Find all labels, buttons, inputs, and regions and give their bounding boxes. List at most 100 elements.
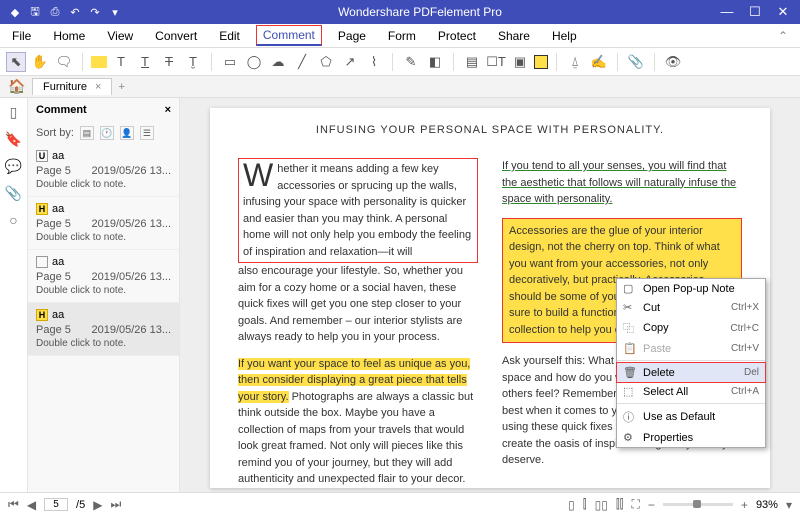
- signature-tool-icon[interactable]: ✍: [589, 52, 609, 72]
- close-tab-icon[interactable]: ×: [95, 81, 101, 93]
- zoom-dropdown-icon[interactable]: ▾: [786, 498, 792, 512]
- first-page-icon[interactable]: ⏮: [8, 497, 19, 512]
- attachment-tool-icon[interactable]: 📎: [626, 52, 646, 72]
- last-page-icon[interactable]: ⏭: [110, 497, 121, 512]
- page-total: /5: [76, 499, 85, 511]
- callout-tool-icon[interactable]: ▣: [510, 52, 530, 72]
- context-menu-item[interactable]: ⿻CopyCtrl+C: [617, 317, 765, 339]
- context-menu-item[interactable]: ▢Open Pop-up Note: [617, 279, 765, 298]
- paragraph-1b: also encourage your lifestyle. So, wheth…: [238, 263, 478, 346]
- note-tool-icon[interactable]: 🗨: [54, 52, 74, 72]
- maximize-button[interactable]: ☐: [746, 4, 764, 20]
- close-button[interactable]: ✕: [774, 4, 792, 20]
- menu-item-label: Open Pop-up Note: [643, 283, 735, 295]
- stamp-tool-icon[interactable]: ⍙: [565, 52, 585, 72]
- strikethrough-tool-icon[interactable]: T: [159, 52, 179, 72]
- undo-icon[interactable]: ↶: [68, 5, 82, 19]
- menu-comment[interactable]: Comment: [256, 25, 322, 46]
- arrow-tool-icon[interactable]: ↗: [340, 52, 360, 72]
- rectangle-tool-icon[interactable]: ▭: [220, 52, 240, 72]
- context-menu-item[interactable]: ⚙Properties: [617, 428, 765, 447]
- comment-item[interactable]: HaaPage 52019/05/26 13...Double click to…: [28, 197, 179, 250]
- typewriter-tool-icon[interactable]: ▤: [462, 52, 482, 72]
- menu-file[interactable]: File: [6, 27, 37, 45]
- search-panel-icon[interactable]: ○: [9, 212, 17, 228]
- menu-item-shortcut: Ctrl+V: [731, 343, 759, 354]
- redo-icon[interactable]: ↷: [88, 5, 102, 19]
- select-tool-icon[interactable]: ⬉: [6, 52, 26, 72]
- view-continuous-facing-icon[interactable]: ⫿⫿: [616, 497, 624, 512]
- caret-tool-icon[interactable]: T̮: [183, 52, 203, 72]
- menu-item-label: Delete: [643, 367, 675, 379]
- underline-tool-icon[interactable]: T: [135, 52, 155, 72]
- context-menu-item[interactable]: 🗑DeleteDel: [616, 362, 766, 383]
- comment-date: 2019/05/26 13...: [91, 324, 171, 336]
- menu-protect[interactable]: Protect: [432, 27, 482, 45]
- menu-home[interactable]: Home: [47, 27, 91, 45]
- menu-convert[interactable]: Convert: [149, 27, 203, 45]
- ribbon-collapse-icon[interactable]: ⌃: [772, 27, 794, 45]
- area-highlight-icon[interactable]: [534, 55, 548, 69]
- cloud-tool-icon[interactable]: ☁: [268, 52, 288, 72]
- context-menu-item[interactable]: ✂CutCtrl+X: [617, 298, 765, 317]
- menu-view[interactable]: View: [101, 27, 139, 45]
- print-icon[interactable]: ⎙: [48, 5, 62, 19]
- bookmarks-icon[interactable]: 🔖: [5, 131, 22, 148]
- highlight-tool-icon[interactable]: [91, 56, 107, 68]
- hide-annotations-icon[interactable]: 👁: [663, 52, 683, 72]
- sidebar-close-icon[interactable]: ×: [165, 104, 171, 116]
- home-icon[interactable]: 🏠: [8, 78, 25, 95]
- view-single-icon[interactable]: ▯: [568, 498, 575, 512]
- sort-author-icon[interactable]: 👤: [120, 126, 134, 140]
- polygon-tool-icon[interactable]: ⬠: [316, 52, 336, 72]
- new-tab-icon[interactable]: +: [118, 81, 124, 93]
- document-tab[interactable]: Furniture ×: [32, 78, 112, 95]
- connected-lines-icon[interactable]: ⌇: [364, 52, 384, 72]
- oval-tool-icon[interactable]: ◯: [244, 52, 264, 72]
- sort-time-icon[interactable]: 🕐: [100, 126, 114, 140]
- next-page-icon[interactable]: ▶: [93, 498, 102, 512]
- zoom-in-icon[interactable]: +: [741, 498, 748, 512]
- menu-page[interactable]: Page: [332, 27, 372, 45]
- save-icon[interactable]: 🖫: [28, 5, 42, 19]
- page-input[interactable]: [44, 498, 68, 511]
- menu-item-label: Cut: [643, 302, 660, 314]
- comment-note: Double click to note.: [36, 232, 171, 243]
- zoom-out-icon[interactable]: −: [648, 498, 655, 512]
- menu-item-icon: ⚙: [623, 431, 637, 444]
- comment-author: aa: [52, 203, 64, 215]
- pencil-tool-icon[interactable]: ✎: [401, 52, 421, 72]
- qat-dropdown-icon[interactable]: ▾: [108, 5, 122, 19]
- thumbnails-icon[interactable]: ▯: [10, 104, 18, 121]
- comment-type-icon: H: [36, 203, 48, 215]
- fullscreen-icon[interactable]: ⛶: [632, 497, 640, 512]
- comment-author: aa: [52, 309, 64, 321]
- menu-form[interactable]: Form: [382, 27, 422, 45]
- hand-tool-icon[interactable]: ✋: [30, 52, 50, 72]
- comments-panel-icon[interactable]: 💬: [5, 158, 22, 175]
- left-column: Whether it means adding a few key access…: [238, 158, 478, 492]
- minimize-button[interactable]: —: [718, 4, 736, 20]
- menu-help[interactable]: Help: [546, 27, 583, 45]
- context-menu-item[interactable]: ⓘUse as Default: [617, 406, 765, 428]
- menu-share[interactable]: Share: [492, 27, 536, 45]
- zoom-slider[interactable]: [663, 503, 733, 506]
- line-tool-icon[interactable]: ╱: [292, 52, 312, 72]
- comment-page: Page 5: [36, 218, 71, 230]
- comment-item[interactable]: HaaPage 52019/05/26 13...Double click to…: [28, 303, 179, 356]
- comment-note: Double click to note.: [36, 338, 171, 349]
- textbox-tool-icon[interactable]: ☐T: [486, 52, 506, 72]
- eraser-tool-icon[interactable]: ◧: [425, 52, 445, 72]
- context-menu-item[interactable]: ⬚Select AllCtrl+A: [617, 382, 765, 401]
- comment-item[interactable]: aaPage 52019/05/26 13...Double click to …: [28, 250, 179, 303]
- prev-page-icon[interactable]: ◀: [27, 498, 36, 512]
- menu-edit[interactable]: Edit: [213, 27, 246, 45]
- view-continuous-icon[interactable]: ⫿: [583, 497, 587, 512]
- text-tool-icon[interactable]: T: [111, 52, 131, 72]
- sort-page-icon[interactable]: ▤: [80, 126, 94, 140]
- comment-item[interactable]: UaaPage 52019/05/26 13...Double click to…: [28, 144, 179, 197]
- view-facing-icon[interactable]: ▯▯: [595, 498, 608, 512]
- sort-type-icon[interactable]: ☰: [140, 126, 154, 140]
- menu-item-label: Copy: [643, 322, 669, 334]
- attachments-panel-icon[interactable]: 📎: [5, 185, 22, 202]
